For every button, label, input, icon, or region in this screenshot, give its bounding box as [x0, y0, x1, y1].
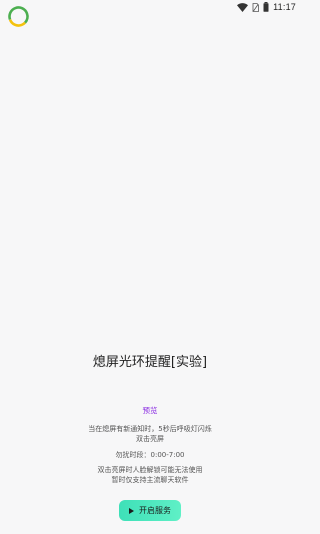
description-line: 当在熄屏有新通知时，5秒后呼吸灯闪烁: [88, 425, 212, 433]
description-line: 双击亮屏: [136, 435, 164, 443]
status-bar: 11:17: [0, 0, 300, 14]
notes: 双击亮屏时人脸解锁可能无法使用 暂时仅支持主流聊天软件: [0, 465, 300, 485]
note-line: 双击亮屏时人脸解锁可能无法使用: [97, 466, 203, 474]
start-service-label: 开启服务: [139, 506, 171, 515]
note-line: 暂时仅支持主流聊天软件: [111, 476, 189, 484]
status-icons: 11:17: [237, 1, 296, 13]
wifi-icon: [237, 2, 249, 12]
page-title: 熄屏光环提醒[实验]: [92, 355, 208, 370]
sim-no-signal-icon: [252, 2, 260, 12]
dnd-period: 勿扰时段：0:00-7:00: [115, 451, 185, 459]
start-service-button[interactable]: 开启服务: [119, 500, 181, 521]
battery-icon: [263, 2, 269, 12]
preview-link[interactable]: 预览: [0, 405, 300, 416]
description: 当在熄屏有新通知时，5秒后呼吸灯闪烁 双击亮屏: [0, 424, 300, 444]
ring-icon: [8, 6, 29, 27]
clock: 11:17: [273, 2, 296, 12]
play-icon: [129, 507, 134, 514]
